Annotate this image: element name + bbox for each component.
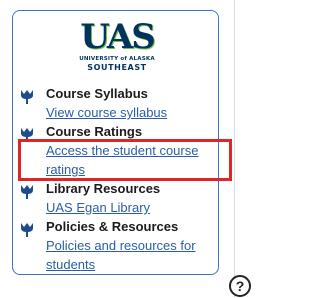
tulip-icon [19,183,35,199]
uas-egan-library-link[interactable]: UAS Egan Library [46,198,211,217]
policies-resources-link[interactable]: Policies and resources for students [46,236,211,274]
tulip-icon [19,221,35,237]
tulip-icon [19,88,35,104]
uas-logo: UAS UNIVERSITY of ALASKA SOUTHEAST [72,20,162,77]
section-title: Policies & Resources [46,219,179,234]
highlight-annotation-box [18,139,232,181]
view-course-syllabus-link[interactable]: View course syllabus [46,103,211,122]
section-title: Library Resources [46,181,161,196]
panel-divider [234,0,235,298]
logo-southeast-line: SOUTHEAST [87,63,147,72]
help-circle-icon[interactable]: ? [229,275,251,297]
section-title: Course Syllabus [46,86,148,101]
logo-letters: UAS [80,17,156,57]
